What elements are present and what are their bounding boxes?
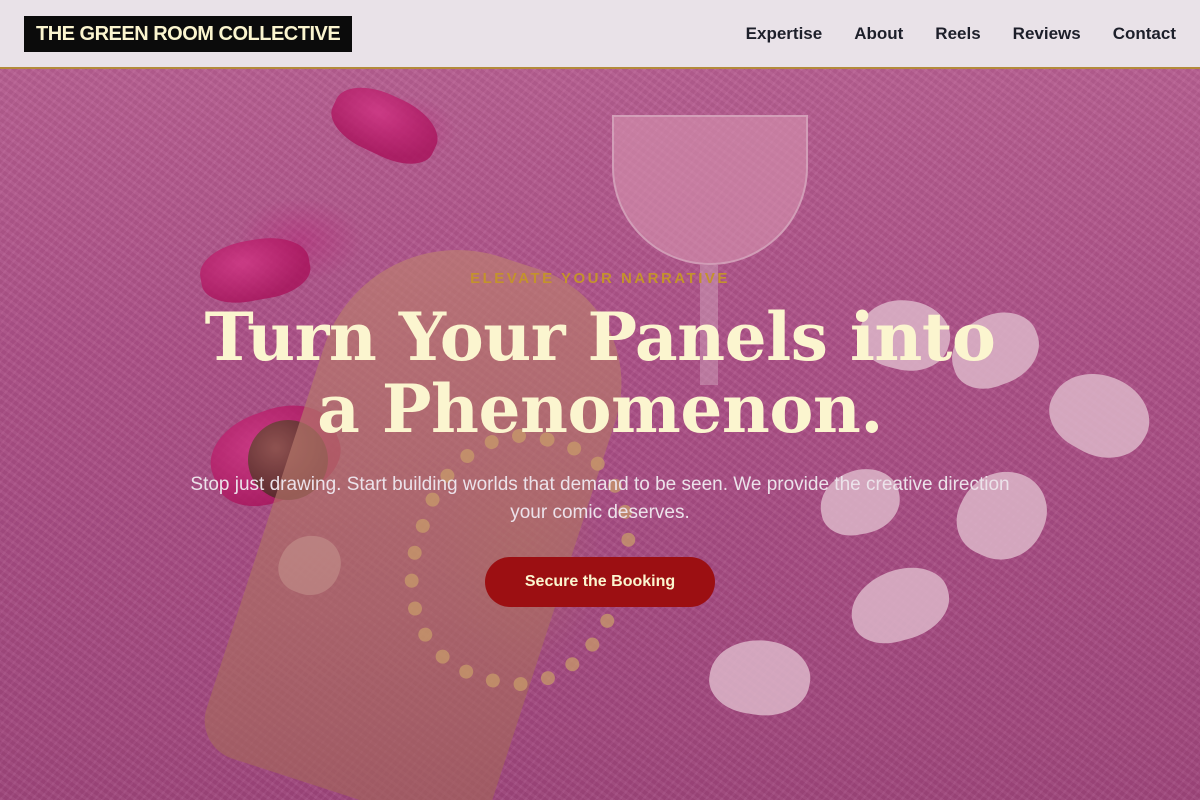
hero-subhead: Stop just drawing. Start building worlds… — [190, 474, 1010, 523]
nav-link-reviews[interactable]: Reviews — [1013, 24, 1081, 44]
site-logo[interactable]: THE GREEN ROOM COLLECTIVE — [24, 15, 353, 52]
main-nav: Expertise About Reels Reviews Contact — [746, 24, 1176, 44]
secure-booking-button[interactable]: Secure the Booking — [484, 557, 716, 607]
nav-link-contact[interactable]: Contact — [1113, 24, 1176, 44]
hero-eyebrow: ELEVATE YOUR NARRATIVE — [470, 270, 730, 287]
nav-link-reels[interactable]: Reels — [935, 24, 980, 44]
nav-link-about[interactable]: About — [854, 24, 903, 44]
nav-link-expertise[interactable]: Expertise — [746, 24, 823, 44]
hero-headline: Turn Your Panels into a Phenomenon. — [204, 298, 996, 448]
site-header: THE GREEN ROOM COLLECTIVE Expertise Abou… — [0, 0, 1200, 69]
hero-content: ELEVATE YOUR NARRATIVE Turn Your Panels … — [0, 270, 1200, 607]
landing-page: THE GREEN ROOM COLLECTIVE Expertise Abou… — [0, 0, 1200, 800]
